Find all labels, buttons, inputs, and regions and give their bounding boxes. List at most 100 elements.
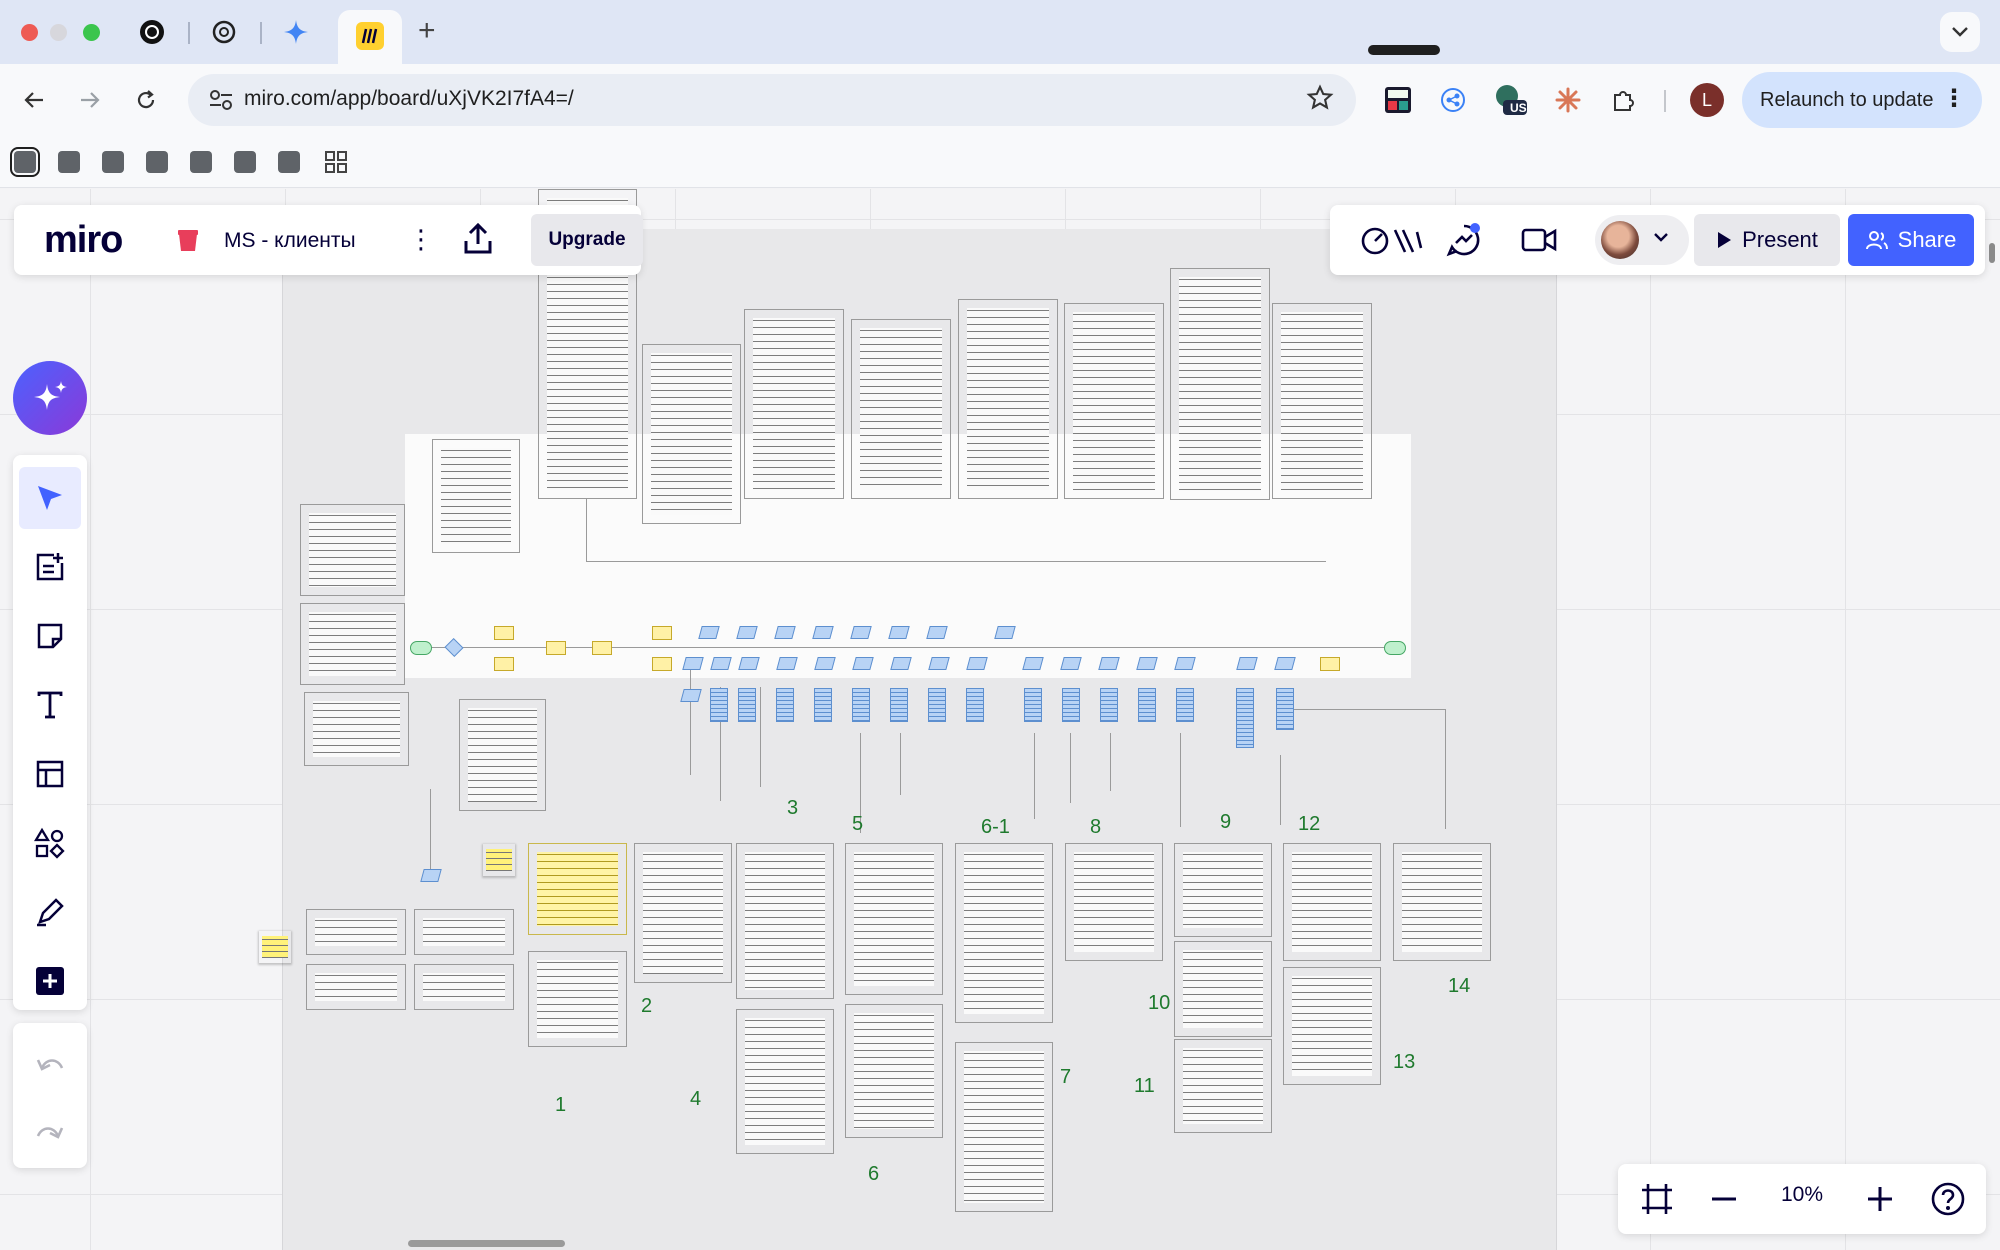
minimize-window-button[interactable] — [50, 24, 67, 41]
data-node[interactable] — [888, 626, 910, 639]
doc-card[interactable] — [736, 843, 834, 999]
close-window-button[interactable] — [21, 24, 38, 41]
data-node[interactable] — [1274, 657, 1296, 670]
task-node[interactable] — [494, 626, 514, 640]
task-node[interactable] — [592, 641, 612, 655]
board-icon[interactable] — [176, 227, 200, 253]
address-bar[interactable]: miro.com/app/board/uXjVK2I7fA4=/ — [188, 74, 1356, 126]
doc-card[interactable] — [1283, 967, 1381, 1085]
shapes-tool[interactable] — [19, 812, 81, 874]
more-vert-icon[interactable]: ⋮ — [1942, 84, 1966, 113]
data-node[interactable] — [682, 657, 704, 670]
doc-card[interactable] — [736, 1009, 834, 1154]
data-node[interactable] — [680, 689, 702, 702]
text-tool[interactable] — [19, 674, 81, 736]
doc-card[interactable] — [300, 603, 405, 685]
doc-card[interactable] — [1174, 941, 1272, 1037]
window-drag-handle[interactable] — [1368, 45, 1440, 55]
data-node[interactable] — [1060, 657, 1082, 670]
doc-card-highlight[interactable] — [528, 843, 627, 935]
task-node[interactable] — [494, 657, 514, 671]
sticky-note[interactable] — [482, 843, 516, 877]
data-node[interactable] — [852, 657, 874, 670]
bookmark-item[interactable] — [190, 151, 212, 173]
doc-card[interactable] — [306, 909, 406, 955]
video-call-button[interactable] — [1517, 218, 1561, 262]
doc-node[interactable] — [776, 688, 794, 722]
board-name[interactable]: MS - клиенты — [224, 229, 356, 253]
end-node[interactable] — [1384, 641, 1406, 655]
zoom-level[interactable]: 10% — [1781, 1183, 1823, 1207]
doc-card[interactable] — [1065, 843, 1163, 961]
doc-card[interactable] — [414, 909, 514, 955]
data-node[interactable] — [1136, 657, 1158, 670]
data-node[interactable] — [928, 657, 950, 670]
back-button[interactable] — [14, 80, 54, 120]
start-node[interactable] — [410, 641, 432, 655]
data-node[interactable] — [736, 626, 758, 639]
select-tool[interactable] — [19, 467, 81, 529]
doc-node[interactable] — [1236, 688, 1254, 748]
bookmark-item[interactable] — [146, 151, 168, 173]
new-tab-button[interactable]: + — [418, 14, 436, 48]
extension-claude[interactable] — [1548, 80, 1588, 120]
tab-chatgpt[interactable] — [136, 16, 168, 48]
task-node[interactable] — [652, 657, 672, 671]
doc-card[interactable] — [1393, 843, 1491, 961]
doc-node[interactable] — [814, 688, 832, 722]
present-button[interactable]: Present — [1694, 214, 1840, 266]
data-node[interactable] — [1022, 657, 1044, 670]
doc-card[interactable] — [1272, 303, 1372, 499]
board-canvas[interactable]: 1 2 3 4 5 6 6-1 7 8 9 10 11 12 13 14 — [0, 189, 2000, 1250]
data-node[interactable] — [890, 657, 912, 670]
extensions-button[interactable] — [1604, 80, 1644, 120]
frame-tool[interactable] — [19, 743, 81, 805]
doc-card[interactable] — [1170, 268, 1270, 500]
data-node[interactable] — [1098, 657, 1120, 670]
extension-ideas[interactable] — [1378, 80, 1418, 120]
templates-tool[interactable] — [19, 536, 81, 598]
doc-card[interactable] — [851, 319, 951, 499]
data-node[interactable] — [738, 657, 760, 670]
doc-card[interactable] — [955, 843, 1053, 1023]
reload-button[interactable] — [126, 80, 166, 120]
site-settings-icon[interactable] — [208, 88, 234, 112]
data-node[interactable] — [814, 657, 836, 670]
user-avatar[interactable] — [1601, 221, 1639, 259]
board-menu-button[interactable]: ⋮ — [408, 221, 434, 257]
doc-card[interactable] — [744, 309, 844, 499]
zoom-out-icon[interactable] — [1706, 1181, 1742, 1217]
bookmark-item[interactable] — [58, 151, 80, 173]
doc-node[interactable] — [1024, 688, 1042, 722]
extension-share[interactable] — [1433, 80, 1473, 120]
extension-vpn[interactable]: US — [1490, 80, 1530, 120]
tab-miro[interactable] — [338, 10, 402, 64]
data-node[interactable] — [420, 869, 442, 882]
doc-card[interactable] — [304, 692, 409, 766]
pen-tool[interactable] — [19, 881, 81, 943]
data-node[interactable] — [966, 657, 988, 670]
bookmark-item[interactable] — [278, 151, 300, 173]
doc-card[interactable] — [528, 951, 627, 1047]
doc-card[interactable] — [1174, 1039, 1272, 1133]
doc-node[interactable] — [928, 688, 946, 722]
relaunch-button[interactable]: Relaunch to update ⋮ — [1742, 72, 1982, 128]
doc-node[interactable] — [1276, 688, 1294, 730]
redo-button[interactable] — [19, 1101, 81, 1163]
doc-card[interactable] — [845, 1004, 943, 1138]
doc-card[interactable] — [642, 344, 741, 524]
data-node[interactable] — [698, 626, 720, 639]
bookmark-item[interactable] — [234, 151, 256, 173]
task-node[interactable] — [652, 626, 672, 640]
doc-node[interactable] — [890, 688, 908, 722]
data-node[interactable] — [710, 657, 732, 670]
bookmark-item[interactable] — [10, 147, 40, 177]
maximize-window-button[interactable] — [83, 24, 100, 41]
doc-card[interactable] — [845, 843, 943, 995]
data-node[interactable] — [994, 626, 1016, 639]
doc-node[interactable] — [1138, 688, 1156, 722]
forward-button[interactable] — [70, 80, 110, 120]
data-node[interactable] — [774, 626, 796, 639]
task-node[interactable] — [1320, 657, 1340, 671]
fit-to-screen-icon[interactable] — [1639, 1181, 1675, 1217]
